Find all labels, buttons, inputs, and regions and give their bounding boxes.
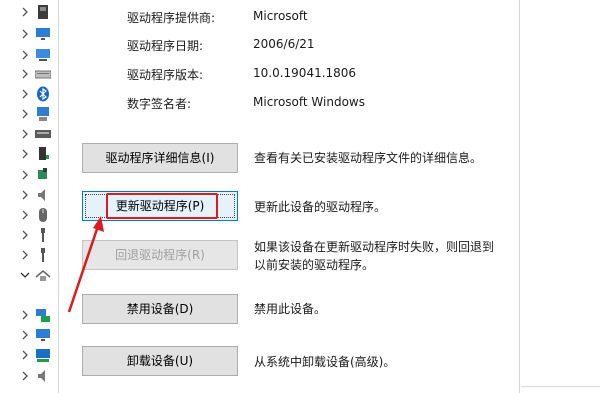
chevron-right-icon[interactable] (20, 108, 30, 120)
chip-icon (38, 5, 48, 19)
tree-node[interactable] (0, 366, 58, 386)
device-tree (0, 0, 58, 393)
disable-device-button[interactable]: 禁用设备(D) (82, 294, 238, 324)
monitor-icon (36, 49, 50, 61)
driver-version-label: 驱动程序版本: (127, 68, 204, 82)
computer-icon (37, 107, 49, 121)
tree-node[interactable] (0, 265, 58, 285)
update-driver-description: 更新此设备的驱动程序。 (254, 200, 387, 214)
uninstall-device-button[interactable]: 卸载设备(U) (82, 346, 238, 376)
tree-node[interactable] (0, 165, 58, 185)
monitor-icon (36, 329, 50, 341)
chevron-right-icon[interactable] (20, 209, 30, 221)
chevron-right-icon[interactable] (20, 169, 30, 181)
tree-node[interactable] (0, 84, 58, 104)
digital-signer-value: Microsoft Windows (253, 95, 365, 109)
speaker-icon (38, 189, 45, 201)
rollback-desc-line1: 如果该设备在更新驱动程序时失败，则回退到 (254, 240, 495, 254)
chevron-right-icon[interactable] (20, 249, 30, 261)
chevron-right-icon[interactable] (20, 148, 30, 160)
usb-icon (41, 248, 45, 262)
driver-date-value: 2006/6/21 (253, 37, 315, 51)
chevron-right-icon[interactable] (20, 128, 30, 140)
chevron-right-icon[interactable] (20, 49, 30, 61)
driver-provider-value: Microsoft (253, 9, 308, 23)
tree-node[interactable] (0, 144, 58, 164)
driver-version-value: 10.0.19041.1806 (253, 66, 357, 80)
divider (521, 386, 600, 387)
uninstall-device-description: 从系统中卸载设备(高级)。 (254, 355, 396, 369)
tree-node[interactable] (0, 325, 58, 345)
tree-node[interactable] (0, 24, 58, 44)
driver-provider-label: 驱动程序提供商: (127, 11, 216, 25)
speaker-icon (38, 370, 45, 382)
chevron-right-icon[interactable] (20, 88, 30, 100)
tree-node[interactable] (0, 45, 58, 65)
tree-node[interactable] (0, 245, 58, 265)
chevron-right-icon[interactable] (20, 309, 30, 321)
tree-node[interactable] (0, 305, 58, 325)
mouse-icon (39, 208, 47, 222)
network-icon (36, 309, 50, 322)
chevron-right-icon[interactable] (20, 329, 30, 341)
keyboard-icon (35, 130, 51, 138)
driver-date-label: 驱动程序日期: (127, 39, 204, 53)
chevron-right-icon[interactable] (20, 370, 30, 382)
chevron-right-icon[interactable] (20, 229, 30, 241)
chevron-right-icon[interactable] (20, 349, 30, 361)
digital-signer-label: 数字签名者: (127, 97, 192, 111)
device-icon (39, 147, 49, 160)
driver-details-button[interactable]: 驱动程序详细信息(I) (82, 143, 238, 173)
tree-node[interactable] (0, 225, 58, 245)
monitor-icon (36, 28, 50, 40)
tree-node[interactable] (0, 205, 58, 225)
disable-device-description: 禁用此设备。 (254, 302, 327, 316)
rollback-driver-description: 如果该设备在更新驱动程序时失败，则回退到 以前安装的驱动程序。 (254, 238, 514, 274)
tree-node[interactable] (0, 124, 58, 144)
usb-icon (41, 228, 45, 242)
tree-node[interactable] (0, 185, 58, 205)
chevron-right-icon[interactable] (20, 189, 30, 201)
bluetooth-icon (37, 86, 49, 102)
driver-details-description: 查看有关已安装驱动程序文件的详细信息。 (254, 151, 483, 165)
chevron-right-icon[interactable] (20, 68, 30, 80)
keyboard-icon (35, 70, 51, 79)
rollback-desc-line2: 以前安装的驱动程序。 (254, 258, 375, 272)
puzzle-icon (38, 168, 47, 179)
rollback-driver-button[interactable]: 回退驱动程序(R) (82, 240, 238, 270)
chevron-down-icon[interactable] (20, 269, 30, 281)
background-strip (521, 0, 600, 393)
tree-node[interactable] (0, 345, 58, 365)
chevron-right-icon[interactable] (20, 6, 30, 18)
annotation-highlight-box (106, 193, 218, 219)
tree-node[interactable] (0, 2, 58, 22)
tree-node[interactable] (0, 104, 58, 124)
monitor-icon (36, 349, 50, 362)
chevron-right-icon[interactable] (20, 28, 30, 40)
tree-node[interactable] (0, 64, 58, 84)
camera-icon (35, 270, 51, 281)
